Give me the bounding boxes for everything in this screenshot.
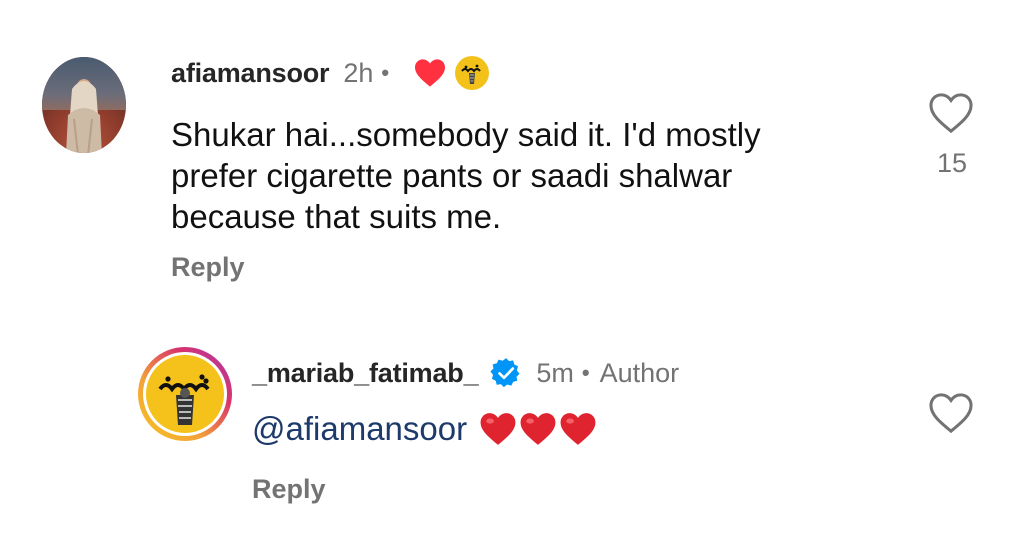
like-heart-icon[interactable] bbox=[928, 392, 974, 434]
red-heart-emoji-icon bbox=[520, 413, 556, 445]
comment-text: @afiamansoor bbox=[252, 410, 872, 448]
red-heart-emoji-icon bbox=[560, 413, 596, 445]
separator-dot: • bbox=[381, 60, 390, 85]
comments-thread: afiamansoor 2h • Shukar hai...somebody s… bbox=[0, 0, 1024, 543]
reply-comment: _mariab_fatimab_ 5m • Author @afiamansoo… bbox=[252, 356, 872, 448]
mariab-logo-icon bbox=[455, 56, 490, 90]
comment-text: Shukar hai...somebody said it. I'd mostl… bbox=[171, 116, 761, 235]
heart-icon bbox=[415, 59, 446, 87]
like-count: 15 bbox=[936, 148, 968, 178]
mention-link[interactable]: @afiamansoor bbox=[252, 410, 467, 448]
red-heart-emoji-icon bbox=[480, 413, 516, 445]
comment-meta: afiamansoor 2h • bbox=[171, 56, 871, 90]
verified-badge-icon bbox=[490, 358, 520, 388]
comment-username[interactable]: afiamansoor bbox=[171, 58, 330, 89]
like-heart-icon[interactable] bbox=[928, 92, 974, 134]
reply-button[interactable]: Reply bbox=[252, 474, 326, 505]
comment-time: 2h bbox=[343, 57, 374, 88]
comment: afiamansoor 2h • Shukar hai...somebody s… bbox=[171, 56, 871, 237]
mariab-logo-icon bbox=[146, 355, 224, 433]
avatar[interactable] bbox=[138, 347, 232, 441]
comment-username[interactable]: _mariab_fatimab_ bbox=[252, 358, 479, 389]
comment-time: 5m bbox=[536, 357, 574, 388]
author-label: Author bbox=[599, 357, 680, 388]
avatar[interactable] bbox=[42, 57, 126, 153]
comment-meta: _mariab_fatimab_ 5m • Author bbox=[252, 356, 872, 390]
separator-dot: • bbox=[581, 360, 590, 385]
reply-button[interactable]: Reply bbox=[171, 252, 245, 283]
